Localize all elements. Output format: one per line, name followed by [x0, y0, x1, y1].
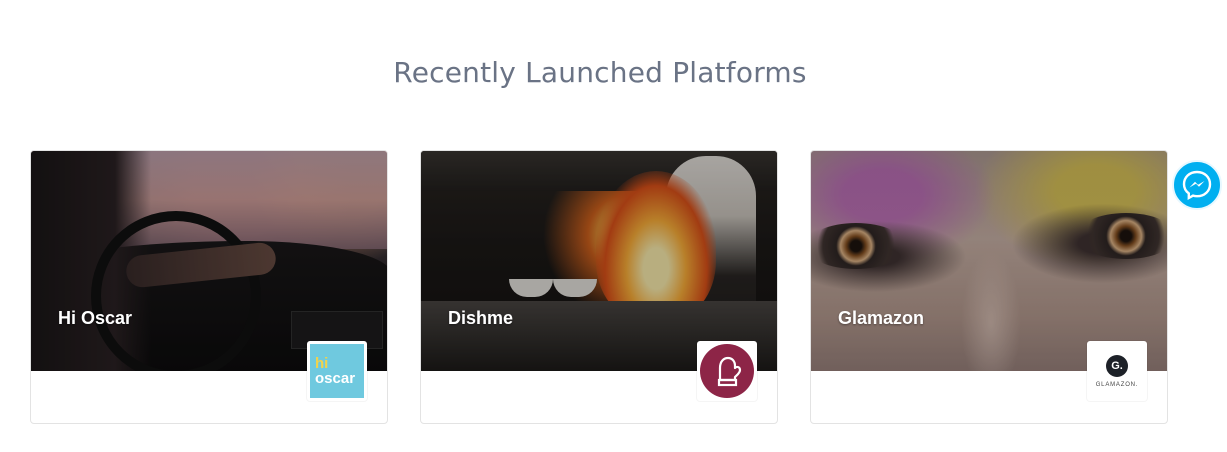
messenger-chat-button[interactable]	[1172, 160, 1222, 210]
logo-initial: G.	[1106, 354, 1128, 377]
logo-text-oscar: oscar	[315, 370, 356, 387]
platform-card-glamazon[interactable]: Glamazon G. GLAMAZON.	[810, 150, 1168, 424]
logo-text-hi: hi	[315, 355, 329, 372]
section-title: Recently Launched Platforms	[393, 56, 807, 89]
glamazon-logo: G. GLAMAZON.	[1087, 341, 1147, 401]
card-image[interactable]: Hi Oscar	[31, 151, 387, 371]
oven-mitt-icon	[700, 344, 754, 398]
dishme-logo	[697, 341, 757, 401]
platform-card-hi-oscar[interactable]: Hi Oscar hi oscar	[30, 150, 388, 424]
platform-name[interactable]: Glamazon	[838, 308, 924, 329]
hi-oscar-logo: hi oscar	[307, 341, 367, 401]
card-image[interactable]: Dishme	[421, 151, 777, 371]
card-image[interactable]: Glamazon	[811, 151, 1167, 371]
messenger-icon	[1182, 170, 1212, 201]
platform-name[interactable]: Hi Oscar	[58, 308, 132, 329]
logo-wordmark: GLAMAZON.	[1095, 381, 1139, 388]
platform-card-dishme[interactable]: Dishme	[420, 150, 778, 424]
platform-name[interactable]: Dishme	[448, 308, 513, 329]
